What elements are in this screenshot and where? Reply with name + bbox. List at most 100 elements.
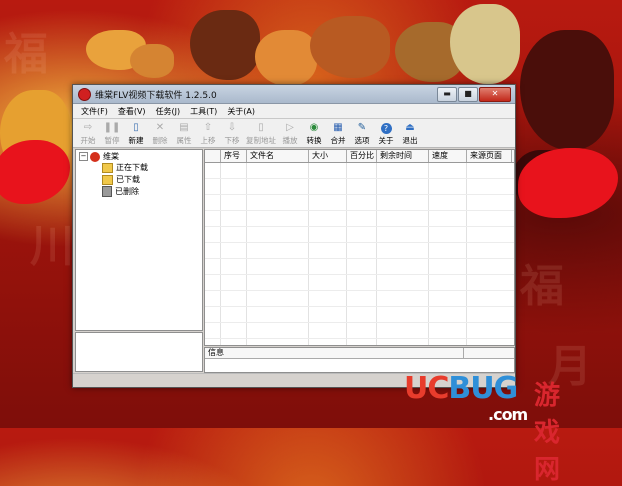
properties-button[interactable]: ▤ 属性: [173, 121, 195, 147]
info-header-blank: [464, 348, 514, 358]
horse-figure: [130, 44, 174, 78]
tree-item-deleted[interactable]: 已删除: [102, 186, 139, 197]
grid-line: [205, 210, 514, 211]
move-up-button[interactable]: ⇧ 上移: [197, 121, 219, 147]
grid-line: [346, 163, 347, 345]
tree-item-downloading[interactable]: 正在下载: [102, 162, 148, 173]
column-header-blank[interactable]: [205, 150, 221, 162]
tree-item-label: 已删除: [115, 187, 139, 196]
grid-line: [466, 163, 467, 345]
grid-line: [205, 274, 514, 275]
grid-line: [205, 242, 514, 243]
grid-line: [205, 258, 514, 259]
merge-button[interactable]: ▦ 合并: [327, 121, 349, 147]
column-header-size[interactable]: 大小: [309, 150, 347, 162]
toolbar-label: 下移: [224, 136, 240, 145]
minimize-button[interactable]: ▬: [437, 86, 457, 102]
task-list[interactable]: 序号 文件名 大小 百分比 剩余时间 速度 来源页面: [204, 149, 515, 346]
toolbar-label: 暂停: [104, 136, 120, 145]
column-header-remaining[interactable]: 剩余时间: [377, 150, 429, 162]
column-header-speed[interactable]: 速度: [429, 150, 467, 162]
horse-figure: [190, 10, 260, 80]
close-button[interactable]: ✕: [479, 86, 511, 102]
grid-line: [205, 338, 514, 339]
options-button[interactable]: ✎ 选项: [351, 121, 373, 147]
media-play-icon: ▷: [286, 122, 294, 133]
move-down-button[interactable]: ⇩ 下移: [221, 121, 243, 147]
delete-icon: ✕: [155, 122, 165, 133]
background-calligraphy: 福: [520, 261, 564, 312]
grid-line: [220, 163, 221, 345]
app-logo-icon: [78, 87, 91, 101]
toolbar: ⇨ 开始 ❚❚ 暂停 ▯ 新建 ✕ 删除 ▤ 属性 ⇧ 上移 ⇩ 下移 ▯ 复制地址 ▷ 播放 ◉…: [73, 119, 515, 148]
toolbar-label: 退出: [402, 136, 418, 145]
exit-icon: ⏏: [405, 122, 415, 133]
app-window: 维棠FLV视频下载软件 1.2.5.0 ▬ ■ ✕ 文件(F) 查看(V) 任务…: [72, 84, 516, 388]
grid-line: [308, 163, 309, 345]
toolbar-label: 删除: [152, 136, 168, 145]
toolbar-label: 关于: [378, 136, 394, 145]
main-content: − 维棠 正在下载 已下载 已删除 序号 文件名 大小 百分比 剩余时间 速度 …: [75, 149, 515, 373]
red-ribbon: [518, 148, 618, 218]
copy-address-button[interactable]: ▯ 复制地址: [245, 121, 277, 147]
toolbar-label: 复制地址: [246, 136, 276, 145]
play-media-button[interactable]: ▷ 播放: [279, 121, 301, 147]
window-title: 维棠FLV视频下载软件 1.2.5.0: [95, 90, 217, 101]
ucbug-watermark-logo: UCBUG 游戏网 .com: [404, 371, 560, 485]
watermark-com: .com: [488, 405, 528, 424]
info-header: 信息: [205, 348, 514, 359]
toolbar-label: 上移: [200, 136, 216, 145]
new-task-button[interactable]: ▯ 新建: [125, 121, 147, 147]
background-calligraphy: 川: [30, 221, 74, 272]
copy-address-icon: ▯: [258, 122, 264, 133]
folder-download-icon: [102, 162, 113, 173]
menu-bar: 文件(F) 查看(V) 任务(J) 工具(T) 关于(A): [73, 104, 515, 119]
column-header-index[interactable]: 序号: [221, 150, 247, 162]
maximize-button[interactable]: ■: [458, 86, 478, 102]
info-label: 信息: [205, 348, 464, 358]
tree-bottom-panel: [75, 332, 203, 372]
toolbar-label: 播放: [282, 136, 298, 145]
watermark-uc: UC: [404, 371, 449, 406]
menu-about[interactable]: 关于(A): [222, 106, 260, 117]
delete-button[interactable]: ✕ 删除: [149, 121, 171, 147]
tree-root[interactable]: − 维棠: [79, 151, 119, 162]
about-icon: ?: [380, 123, 392, 134]
grid-line: [205, 226, 514, 227]
column-header-percent[interactable]: 百分比: [347, 150, 377, 162]
exit-button[interactable]: ⏏ 退出: [399, 121, 421, 147]
task-tree: − 维棠 正在下载 已下载 已删除: [75, 149, 203, 331]
toolbar-label: 转换: [306, 136, 322, 145]
move-up-icon: ⇧: [203, 122, 213, 133]
about-button[interactable]: ? 关于: [375, 123, 397, 147]
grid-line: [376, 163, 377, 345]
column-header-filename[interactable]: 文件名: [247, 150, 309, 162]
tree-item-downloaded[interactable]: 已下载: [102, 174, 140, 185]
pause-button[interactable]: ❚❚ 暂停: [101, 121, 123, 147]
title-bar[interactable]: 维棠FLV视频下载软件 1.2.5.0 ▬ ■ ✕: [73, 85, 515, 104]
trash-icon: [102, 186, 112, 197]
grid-line: [246, 163, 247, 345]
toolbar-label: 属性: [176, 136, 192, 145]
horse-figure: [310, 16, 390, 78]
toolbar-label: 开始: [80, 136, 96, 145]
menu-view[interactable]: 查看(V): [113, 106, 151, 117]
grid-line: [205, 322, 514, 323]
menu-file[interactable]: 文件(F): [76, 106, 113, 117]
watermark-bug: BUG: [448, 371, 518, 406]
menu-tools[interactable]: 工具(T): [185, 106, 222, 117]
options-icon: ✎: [357, 122, 367, 133]
new-file-icon: ▯: [133, 122, 139, 133]
properties-icon: ▤: [179, 122, 189, 133]
list-header: 序号 文件名 大小 百分比 剩余时间 速度 来源页面: [205, 150, 514, 163]
toolbar-label: 合并: [330, 136, 346, 145]
folder-icon: [102, 174, 113, 185]
column-header-source[interactable]: 来源页面: [467, 150, 512, 162]
start-button[interactable]: ⇨ 开始: [77, 121, 99, 147]
toolbar-label: 选项: [354, 136, 370, 145]
collapse-toggle-icon[interactable]: −: [79, 152, 88, 161]
convert-icon: ◉: [309, 122, 319, 133]
convert-button[interactable]: ◉ 转换: [303, 121, 325, 147]
grid-line: [205, 178, 514, 179]
menu-task[interactable]: 任务(J): [151, 106, 186, 117]
